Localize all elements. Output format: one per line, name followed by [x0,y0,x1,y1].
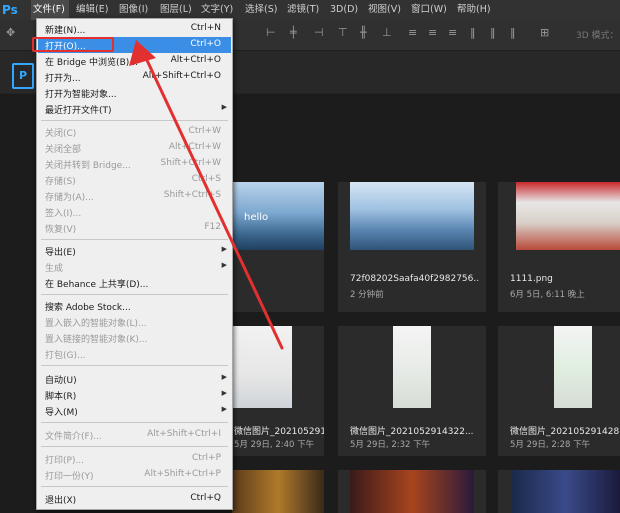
annotation-arrow-icon [129,40,284,350]
